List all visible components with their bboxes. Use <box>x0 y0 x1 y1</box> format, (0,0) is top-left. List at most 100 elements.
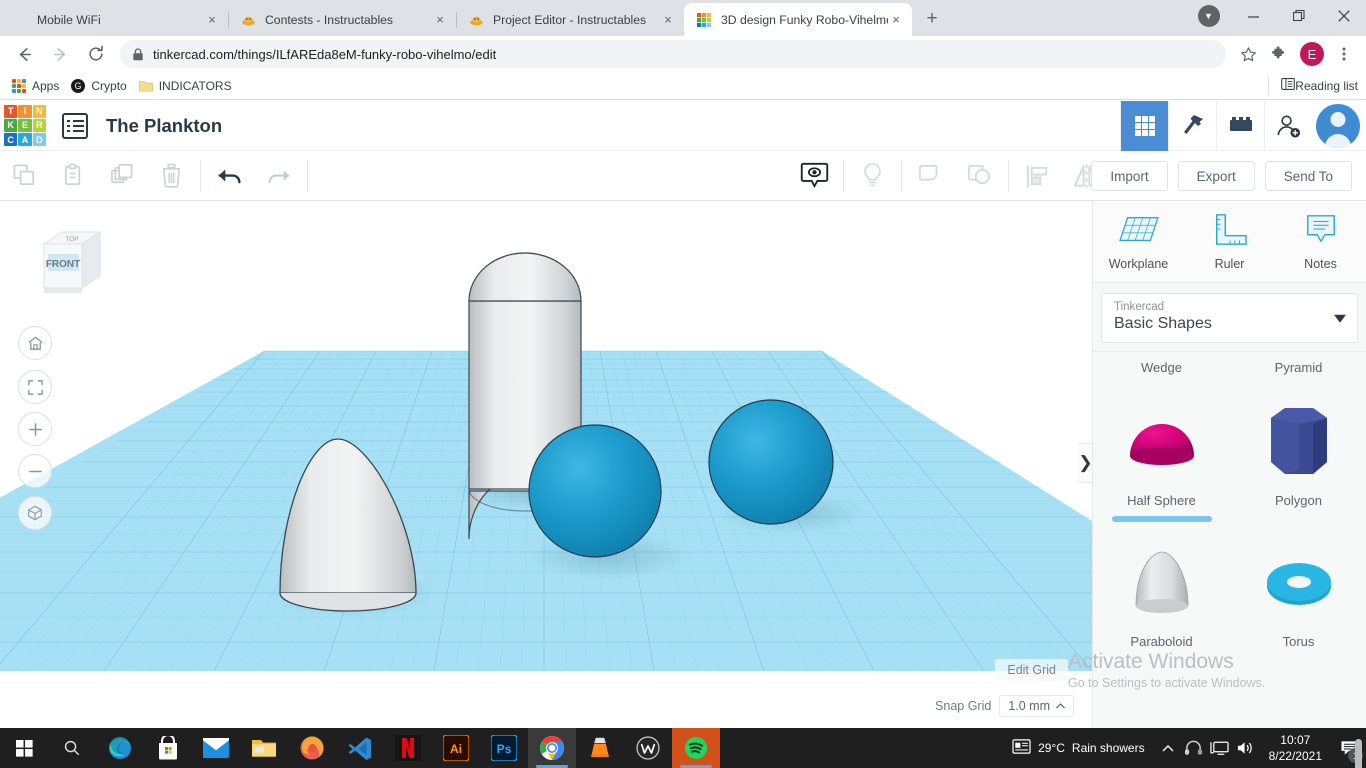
forward-button[interactable] <box>46 40 74 68</box>
workplane-tool[interactable]: Workplane <box>1093 201 1184 282</box>
delete-icon[interactable] <box>147 151 196 201</box>
notes-icon <box>1303 212 1339 251</box>
volume-icon[interactable] <box>1233 728 1259 768</box>
svg-text:Ps: Ps <box>497 742 512 756</box>
reading-list-label: Reading list <box>1295 78 1358 93</box>
tab-close-icon[interactable]: × <box>888 12 904 28</box>
library-vendor: Tinkercad <box>1114 301 1165 313</box>
back-button[interactable] <box>10 40 38 68</box>
shape-item-paraboloid[interactable]: Paraboloid <box>1093 522 1230 649</box>
add-person-icon[interactable] <box>1264 101 1312 151</box>
design-canvas[interactable]: TOP FRONT Edit Grid Snap Grid 1.0 mm <box>0 201 1092 728</box>
orthographic-view-icon[interactable] <box>18 496 52 530</box>
group-icon[interactable] <box>906 151 955 201</box>
chrome-icon[interactable] <box>528 728 576 768</box>
avatar[interactable] <box>1316 104 1360 148</box>
tab-close-icon[interactable]: × <box>660 12 676 28</box>
half-sphere-art <box>1116 395 1208 491</box>
tinkercad-icon <box>696 12 712 28</box>
browser-tab-0[interactable]: Mobile WiFi × <box>0 3 229 36</box>
sphere-object-front[interactable] <box>528 424 662 558</box>
browser-tab-1[interactable]: Contests - Instructables × <box>228 3 457 36</box>
paste-icon[interactable] <box>49 151 98 201</box>
address-bar[interactable]: tinkercad.com/things/ILfAREda8eM-funky-r… <box>120 40 1226 68</box>
window-maximize-button[interactable] <box>1276 0 1321 32</box>
chrome-update-menu-icon[interactable]: ▼ <box>1186 0 1231 32</box>
zoom-in-icon[interactable] <box>18 412 52 446</box>
fit-to-view-icon[interactable] <box>18 370 52 404</box>
vscode-icon[interactable] <box>336 728 384 768</box>
home-view-icon[interactable] <box>18 326 52 360</box>
ungroup-icon[interactable] <box>955 151 1004 201</box>
notes-tool[interactable]: Notes <box>1275 201 1366 282</box>
tab-close-icon[interactable]: × <box>432 12 448 28</box>
shapes-scrollbar[interactable] <box>1355 739 1362 768</box>
shape-item-polygon[interactable]: Polygon <box>1230 381 1366 522</box>
wondershare-icon[interactable] <box>624 728 672 768</box>
weather-icon <box>1012 738 1031 758</box>
file-explorer-icon[interactable] <box>240 728 288 768</box>
reload-button[interactable] <box>82 40 110 68</box>
window-close-button[interactable] <box>1321 0 1366 32</box>
browser-tab-3[interactable]: 3D design Funky Robo-Vihelmo | × <box>684 3 912 36</box>
vlc-icon[interactable] <box>576 728 624 768</box>
shape-name-wedge[interactable]: Wedge <box>1093 360 1230 375</box>
weather-widget[interactable]: 29°C Rain showers <box>1012 738 1145 758</box>
start-icon[interactable] <box>0 728 48 768</box>
library-selector[interactable]: Tinkercad Basic Shapes <box>1101 293 1358 343</box>
import-button[interactable]: Import <box>1091 161 1168 191</box>
shape-name-pyramid[interactable]: Pyramid <box>1230 360 1366 375</box>
window-minimize-button[interactable] <box>1231 0 1276 32</box>
microsoft-store-icon[interactable] <box>144 728 192 768</box>
export-button[interactable]: Export <box>1177 161 1255 191</box>
lightbulb-icon[interactable] <box>848 151 897 201</box>
bookmark-crypto[interactable]: G Crypto <box>71 78 127 93</box>
copy-icon[interactable] <box>0 151 49 201</box>
spotify-icon[interactable] <box>672 728 720 768</box>
zoom-out-icon[interactable] <box>18 454 52 488</box>
taskbar-clock[interactable]: 10:07 8/22/2021 <box>1259 732 1332 764</box>
tinkercad-logo-icon[interactable]: T I N K E R C A D <box>2 103 48 149</box>
grid-apps-icon[interactable] <box>1120 101 1168 151</box>
reading-list-button[interactable]: Reading list <box>1268 76 1358 95</box>
redo-icon[interactable] <box>254 151 303 201</box>
firefox-icon[interactable] <box>288 728 336 768</box>
shape-item-half-sphere[interactable]: Half Sphere <box>1093 381 1230 522</box>
show-hidden-icons-chevron-icon[interactable] <box>1155 728 1181 768</box>
shape-item-torus[interactable]: Torus <box>1230 522 1366 649</box>
photoshop-icon[interactable]: Ps <box>480 728 528 768</box>
search-icon[interactable] <box>48 728 96 768</box>
codeblocks-hammer-icon[interactable] <box>1168 101 1216 151</box>
view-cube[interactable]: TOP FRONT <box>30 226 102 296</box>
align-icon[interactable] <box>1013 151 1062 201</box>
sphere-object-back[interactable] <box>708 399 834 525</box>
illustrator-icon[interactable]: Ai <box>432 728 480 768</box>
project-list-icon[interactable] <box>62 112 88 139</box>
chrome-menu-icon[interactable] <box>1330 40 1358 68</box>
shapes-scroll-area[interactable]: Wedge Pyramid Half Sphere Polygon Parabo… <box>1093 351 1366 728</box>
tab-close-icon[interactable]: × <box>204 12 220 28</box>
netflix-icon[interactable] <box>384 728 432 768</box>
bookmark-indicators[interactable]: INDICATORS <box>138 79 232 93</box>
new-tab-button[interactable]: + <box>918 5 946 33</box>
send-to-button[interactable]: Send To <box>1264 161 1352 191</box>
snap-grid-value[interactable]: 1.0 mm <box>999 695 1074 717</box>
edit-grid-button[interactable]: Edit Grid <box>995 659 1068 681</box>
edge-icon[interactable] <box>96 728 144 768</box>
extensions-puzzle-icon[interactable] <box>1264 40 1292 68</box>
bluetooth-headset-icon[interactable] <box>1181 728 1207 768</box>
show-hide-eye-icon[interactable] <box>790 151 839 201</box>
browser-tab-2[interactable]: Project Editor - Instructables × <box>456 3 685 36</box>
duplicate-icon[interactable] <box>98 151 147 201</box>
brick-icon[interactable] <box>1216 101 1264 151</box>
ruler-icon <box>1210 212 1250 251</box>
bookmark-apps[interactable]: Apps <box>12 78 59 93</box>
undo-icon[interactable] <box>205 151 254 201</box>
instructables-icon <box>468 12 484 28</box>
network-display-icon[interactable] <box>1207 728 1233 768</box>
profile-avatar[interactable]: E <box>1300 42 1324 66</box>
bookmark-star-icon[interactable] <box>1234 40 1262 68</box>
ruler-tool[interactable]: Ruler <box>1184 201 1275 282</box>
mail-icon[interactable] <box>192 728 240 768</box>
snap-grid-value-text: 1.0 mm <box>1008 699 1050 713</box>
